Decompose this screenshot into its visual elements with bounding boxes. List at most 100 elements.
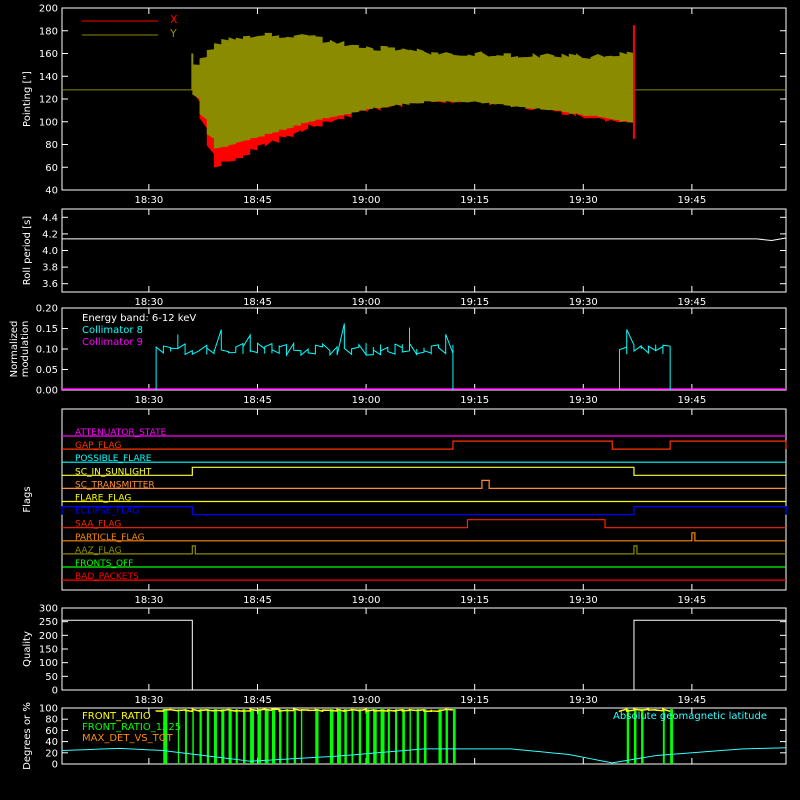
x-tick-label: 18:45 bbox=[243, 595, 272, 606]
front-ratio-1225-bar bbox=[424, 709, 427, 764]
x-tick-label: 18:45 bbox=[243, 297, 272, 308]
front-ratio-1225-bar bbox=[452, 709, 456, 764]
y-tick-label: 20 bbox=[45, 748, 58, 759]
legend-y-label: Y bbox=[169, 27, 177, 40]
front-ratio-1225-bar bbox=[395, 709, 398, 764]
y-tick-label: 40 bbox=[45, 186, 58, 197]
y-tick-label: 0.00 bbox=[36, 386, 58, 397]
y-tick-label: 50 bbox=[45, 672, 58, 683]
x-tick-label: 19:30 bbox=[569, 395, 598, 406]
legend-front-ratio-1225: FRONT_RATIO_1225 bbox=[82, 722, 181, 733]
legend-geomagnetic-latitude: Absolute geomagnetic latitude bbox=[613, 711, 767, 722]
flags-ylabel: Flags bbox=[22, 486, 33, 512]
y-tick-label: 4.4 bbox=[42, 213, 58, 224]
front-ratio-1225-bar bbox=[257, 709, 261, 764]
roll-period-ylabel: Roll period [s] bbox=[22, 216, 33, 285]
front-ratio-1225-bar bbox=[271, 709, 276, 764]
front-ratio-1225-bar bbox=[221, 709, 225, 764]
modulation-ylabel-line1: Normalized bbox=[9, 321, 20, 378]
legend-collimator-8: Collimator 8 bbox=[82, 325, 143, 336]
y-tick-label: 80 bbox=[45, 715, 58, 726]
x-tick-label: 19:00 bbox=[352, 695, 381, 706]
x-tick-label: 19:45 bbox=[677, 395, 706, 406]
y-tick-label: 3.8 bbox=[42, 263, 58, 274]
front-ratio-1225-bar bbox=[279, 709, 282, 764]
x-tick-label: 19:30 bbox=[569, 595, 598, 606]
x-tick-label: 19:45 bbox=[677, 695, 706, 706]
y-tick-label: 250 bbox=[39, 617, 58, 628]
front-ratio-1225-bar bbox=[329, 709, 334, 764]
y-tick-label: 0 bbox=[52, 760, 58, 771]
x-tick-label: 18:45 bbox=[243, 195, 272, 206]
legend-max-det-vs-tot: MAX_DET_VS_TOT bbox=[82, 733, 174, 744]
y-tick-label: 80 bbox=[45, 140, 58, 151]
x-tick-label: 19:15 bbox=[460, 695, 489, 706]
front-ratio-1225-bar bbox=[445, 709, 448, 764]
x-tick-label: 19:45 bbox=[677, 195, 706, 206]
x-tick-label: 19:00 bbox=[352, 195, 381, 206]
diagnostic-figure: Pointing ["] 406080100120140160180200 18… bbox=[0, 0, 800, 800]
y-tick-label: 200 bbox=[39, 631, 58, 642]
front-ratio-1225-bar bbox=[243, 709, 246, 764]
front-ratio-1225-bar bbox=[235, 709, 238, 764]
y-tick-label: 100 bbox=[39, 658, 58, 669]
x-tick-label: 18:30 bbox=[134, 297, 163, 308]
x-tick-label: 19:00 bbox=[352, 395, 381, 406]
front-ratio-1225-bar bbox=[264, 709, 269, 764]
front-ratio-1225-bar bbox=[409, 709, 411, 764]
front-ratio-1225-bar bbox=[250, 709, 253, 764]
x-tick-label: 19:45 bbox=[677, 595, 706, 606]
legend-front-ratio: FRONT_RATIO bbox=[82, 711, 151, 722]
y-tick-label: 0.05 bbox=[36, 365, 58, 376]
x-tick-label: 18:30 bbox=[134, 195, 163, 206]
y-tick-label: 100 bbox=[39, 704, 58, 715]
x-tick-label: 19:15 bbox=[460, 195, 489, 206]
y-tick-label: 0.10 bbox=[36, 345, 58, 356]
x-tick-label: 19:30 bbox=[569, 195, 598, 206]
x-tick-label: 19:15 bbox=[460, 297, 489, 308]
y-tick-label: 120 bbox=[39, 95, 58, 106]
y-tick-label: 100 bbox=[39, 117, 58, 128]
x-tick-label: 19:30 bbox=[569, 695, 598, 706]
x-tick-label: 18:45 bbox=[243, 395, 272, 406]
flag-label: ECLIPSE_FLAG bbox=[75, 507, 139, 517]
legend-collimator-9: Collimator 9 bbox=[82, 337, 143, 348]
modulation-ylabel-line2: modulation bbox=[20, 321, 31, 378]
y-tick-label: 60 bbox=[45, 726, 58, 737]
y-tick-label: 60 bbox=[45, 163, 58, 174]
y-tick-label: 4.0 bbox=[42, 246, 58, 257]
legend-x-label: X bbox=[170, 13, 178, 26]
y-tick-label: 300 bbox=[39, 604, 58, 615]
front-ratio-1225-bar bbox=[416, 709, 420, 764]
x-tick-label: 18:45 bbox=[243, 695, 272, 706]
front-ratio-1225-bar bbox=[387, 709, 390, 764]
x-tick-label: 18:30 bbox=[134, 595, 163, 606]
y-tick-label: 160 bbox=[39, 49, 58, 60]
front-ratio-1225-bar bbox=[380, 709, 383, 764]
front-ratio-1225-bar bbox=[300, 709, 303, 764]
y-tick-label: 140 bbox=[39, 72, 58, 83]
front-ratio-1225-bar bbox=[228, 709, 232, 764]
front-ratio-1225-bar bbox=[185, 709, 187, 764]
y-tick-label: 0.15 bbox=[36, 324, 58, 335]
front-ratio-1225-bar bbox=[402, 709, 405, 764]
quality-ylabel: Quality bbox=[22, 631, 33, 667]
x-tick-label: 19:15 bbox=[460, 595, 489, 606]
x-tick-label: 18:30 bbox=[134, 695, 163, 706]
front-ratio-1225-bar bbox=[177, 709, 180, 764]
y-tick-label: 150 bbox=[39, 645, 58, 656]
front-ratio-1225-bar bbox=[199, 709, 202, 764]
x-tick-label: 19:45 bbox=[677, 297, 706, 308]
y-tick-label: 40 bbox=[45, 737, 58, 748]
front-ratio-1225-bar bbox=[315, 709, 318, 764]
y-tick-label: 180 bbox=[39, 26, 58, 37]
x-tick-label: 19:00 bbox=[352, 595, 381, 606]
front-ratio-1225-bar bbox=[214, 709, 217, 764]
front-ratio-1225-bar bbox=[366, 709, 370, 764]
y-tick-label: 3.6 bbox=[42, 279, 58, 290]
x-tick-label: 19:00 bbox=[352, 297, 381, 308]
y-tick-label: 0 bbox=[52, 686, 58, 697]
front-ratio-1225-bar bbox=[192, 709, 194, 764]
front-ratio-1225-bar bbox=[293, 709, 297, 764]
x-tick-label: 18:30 bbox=[134, 395, 163, 406]
